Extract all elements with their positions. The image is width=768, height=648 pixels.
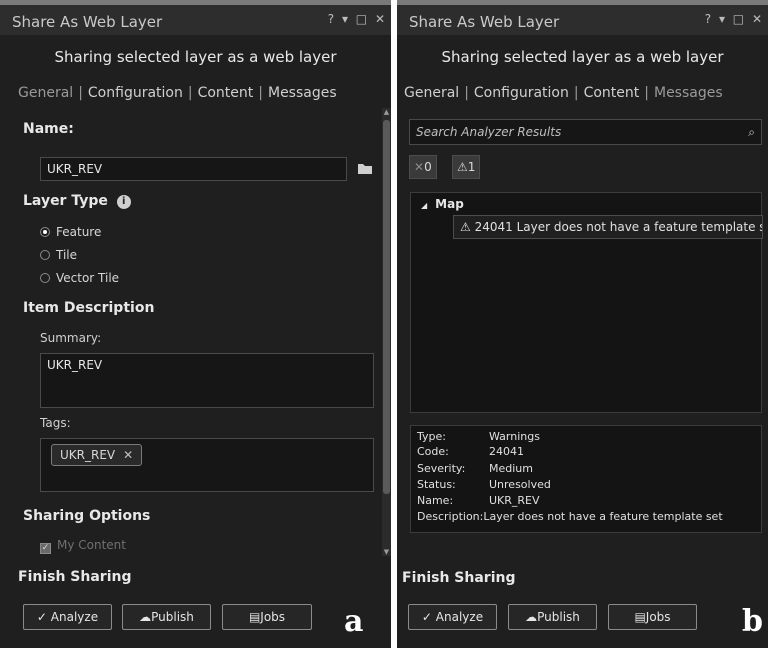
pane-tabs: General | Configuration | Content | Messages (18, 85, 337, 101)
summary-label: Summary: (40, 331, 102, 345)
remove-tag-icon[interactable]: ✕ (123, 448, 133, 462)
tab-content[interactable]: Content (198, 85, 254, 101)
info-icon[interactable]: i (116, 195, 131, 209)
my-content-checkbox[interactable]: ✓ My Content (40, 538, 126, 554)
detail-type: Type: Warnings (417, 430, 540, 443)
pane-window-controls[interactable]: ? ▾ □ ✕ (328, 12, 387, 26)
result-details-panel: Type: Warnings Code: 24041 Severity: Medium… (410, 425, 762, 533)
list-icon: ▤ (634, 610, 646, 624)
tab-configuration[interactable]: Configuration (474, 85, 569, 101)
tab-content[interactable]: Content (584, 85, 640, 101)
summary-textarea[interactable]: UKR_REV (40, 353, 374, 408)
warning-icon: ⚠ (460, 220, 471, 234)
folder-icon[interactable] (357, 160, 373, 179)
pane-title: Share As Web Layer (409, 13, 560, 31)
jobs-button[interactable]: ▤Jobs (222, 604, 312, 630)
radio-vector-tile[interactable]: Vector Tile (40, 271, 119, 285)
pane-title: Share As Web Layer (12, 13, 163, 31)
detail-description: Description:Layer does not have a featur… (417, 510, 723, 523)
radio-unselected-icon (40, 250, 50, 260)
detail-code: Code: 24041 (417, 445, 524, 458)
layer-type-label: Layer Type i (23, 193, 131, 209)
pane-titlebar: Share As Web Layer ? ▾ □ ✕ (0, 5, 391, 35)
publish-button[interactable]: ☁Publish (122, 604, 211, 630)
check-icon: ✓ (421, 610, 432, 624)
pane-subtitle: Sharing selected layer as a web layer (441, 48, 724, 66)
collapse-icon[interactable]: ◢ (421, 201, 427, 210)
detail-name: Name: UKR_REV (417, 494, 540, 507)
finish-sharing-label: Finish Sharing (18, 569, 132, 585)
error-icon: ✕ (414, 160, 425, 174)
tab-messages[interactable]: Messages (268, 85, 337, 101)
tag-chip: UKR_REV ✕ (51, 444, 143, 466)
publish-button[interactable]: ☁Publish (508, 604, 597, 630)
warnings-filter-button[interactable]: ⚠1 (452, 155, 481, 179)
scroll-down-icon[interactable]: ▼ (382, 548, 391, 556)
detail-severity: Severity: Medium (417, 462, 533, 475)
scrollbar-thumb[interactable] (383, 120, 390, 494)
tab-configuration[interactable]: Configuration (88, 85, 183, 101)
item-description-label: Item Description (23, 300, 155, 316)
cloud-icon: ☁ (525, 610, 538, 624)
panel-letter: b (742, 604, 763, 639)
tags-label: Tags: (40, 416, 71, 430)
radio-feature[interactable]: Feature (40, 225, 101, 239)
check-icon: ✓ (36, 610, 47, 624)
analyze-button[interactable]: ✓ Analyze (408, 604, 497, 630)
scrollbar[interactable]: ▲ ▼ (382, 108, 391, 556)
panel-letter: a (344, 604, 364, 639)
cloud-icon: ☁ (139, 610, 152, 624)
jobs-button[interactable]: ▤Jobs (608, 604, 697, 630)
share-web-layer-pane-general: Share As Web Layer ? ▾ □ ✕ Sharing selec… (0, 0, 391, 648)
tab-general[interactable]: General (404, 85, 459, 101)
list-icon: ▤ (248, 610, 261, 624)
name-input[interactable]: UKR_REV (40, 157, 347, 181)
pane-window-controls[interactable]: ? ▾ □ ✕ (705, 12, 764, 26)
search-icon[interactable]: ⌕ (748, 120, 755, 144)
sharing-options-label: Sharing Options (23, 508, 151, 524)
tree-group-map[interactable]: ◢ Map (421, 197, 464, 211)
search-input[interactable]: Search Analyzer Results ⌕ (409, 119, 762, 145)
warning-icon: ⚠ (457, 160, 468, 174)
errors-filter-button[interactable]: ✕0 (409, 155, 437, 179)
radio-selected-icon (40, 227, 50, 237)
pane-tabs: General | Configuration | Content | Messages (404, 85, 723, 101)
tab-messages[interactable]: Messages (654, 85, 723, 101)
analyzer-results-list: ◢ Map ⚠ 24041 Layer does not have a featu… (410, 192, 763, 413)
checkmark-icon: ✓ (40, 543, 51, 554)
finish-sharing-label: Finish Sharing (402, 570, 516, 586)
pane-subtitle: Sharing selected layer as a web layer (54, 48, 337, 66)
scroll-up-icon[interactable]: ▲ (382, 108, 391, 116)
radio-unselected-icon (40, 273, 50, 283)
radio-tile[interactable]: Tile (40, 248, 77, 262)
detail-status: Status: Unresolved (417, 478, 551, 491)
pane-titlebar: Share As Web Layer ? ▾ □ ✕ (397, 5, 768, 35)
analyzer-result-item[interactable]: ⚠ 24041 Layer does not have a feature te… (453, 215, 763, 239)
analyze-button[interactable]: ✓ Analyze (23, 604, 112, 630)
name-label: Name: (23, 121, 74, 137)
tab-general[interactable]: General (18, 85, 73, 101)
